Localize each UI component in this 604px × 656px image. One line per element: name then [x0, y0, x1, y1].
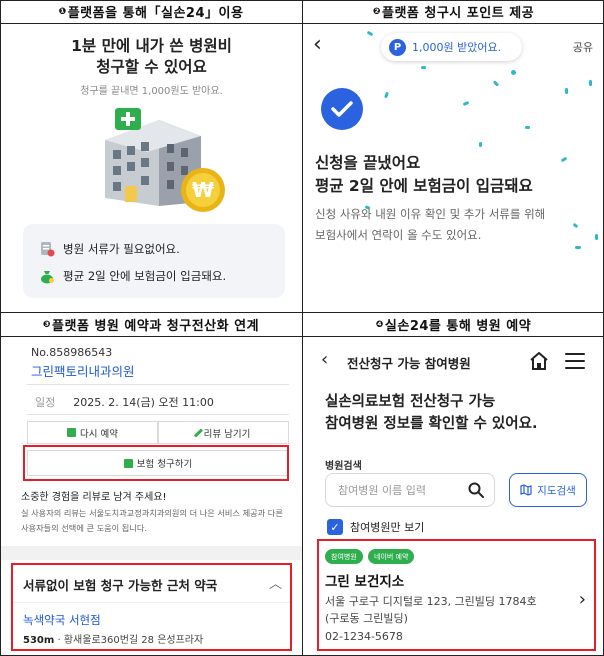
intro-subtitle: 청구를 끝내면 1,000원도 받아요. — [80, 86, 223, 97]
benefit-item: 병원 서류가 필요없어요. — [39, 241, 180, 257]
hospital-name: 그린 보건지소 — [325, 574, 405, 590]
date-label: 일정 — [35, 396, 56, 409]
point-coin-icon: P — [389, 38, 406, 56]
search-placeholder: 참여병원 이름 입력 — [338, 484, 426, 497]
hamburger-menu-icon[interactable] — [565, 353, 585, 369]
date-value: 2025. 2. 14(금) 오전 11:00 — [73, 396, 214, 409]
panel4-header-text: 실손24를 통해 병원 예약 — [384, 319, 532, 334]
confetti-icon — [479, 142, 482, 147]
hospital-address: 서울 구로구 디지털로 123, 그린빌딩 1784호 (구로동 그린빌딩) — [325, 595, 537, 625]
search-label: 병원검색 — [325, 461, 362, 472]
confetti-icon — [560, 156, 568, 163]
panel3-number: ❸ — [42, 319, 52, 330]
search-heading: 실손의료보험 전산청구 가능 참여병원 정보를 확인할 수 있어요. — [325, 394, 538, 432]
review-body: 실 사용자의 리뷰는 서울도치과교정과치과의원의 더 나은 서비스 제공과 다른… — [21, 508, 283, 533]
map-search-button[interactable]: 지도검색 — [509, 473, 587, 507]
panel3-header-text: 플랫폼 병원 예약과 청구전산화 연계 — [52, 319, 260, 334]
confetti-icon — [384, 91, 389, 99]
pharmacy-section-title: 서류없이 보험 청구 가능한 근처 약국 — [23, 578, 218, 593]
write-review-button[interactable]: 리뷰 남기기 — [158, 421, 289, 444]
clinic-name-link[interactable]: 그린팩토리내과의원 — [31, 361, 135, 380]
money-bag-icon — [41, 271, 54, 284]
panel4-hospital-search: ‹ 전산청구 가능 참여병원 실손의료보험 전산청구 가능 참여병원 정보를 확… — [303, 337, 603, 655]
confetti-icon — [366, 30, 374, 37]
complete-heading: 신청을 끝냈어요 평균 2일 안에 보험금이 입금돼요 — [315, 154, 533, 195]
pharmacy-distance: 530m — [23, 635, 55, 646]
home-icon[interactable] — [529, 351, 549, 371]
pencil-icon — [193, 427, 203, 438]
pharmacy-name-link[interactable]: 녹색약국 서현점 — [23, 612, 101, 628]
divider — [27, 384, 289, 385]
panel3-header: ❸ 플랫폼 병원 예약과 청구전산화 연계 — [0, 313, 302, 336]
panel1-number: ❶ — [58, 6, 67, 17]
check-circle-icon — [321, 88, 363, 130]
chevron-up-icon[interactable]: ︿ — [269, 573, 282, 592]
confetti-icon — [511, 70, 516, 75]
confetti-icon — [462, 100, 470, 107]
panel2-header-text: 플랫폼 청구시 포인트 제공 — [381, 6, 535, 21]
page-title: 전산청구 가능 참여병원 — [347, 356, 471, 371]
confetti-icon — [492, 80, 500, 87]
confetti-icon — [575, 246, 581, 249]
hospital-result-card[interactable]: 참여병원 네이버 예약 그린 보건지소 서울 구로구 디지털로 123, 그린빌… — [317, 539, 596, 651]
intro-title: 1분 만에 내가 쓴 병원비 청구할 수 있어요 — [71, 37, 232, 76]
divider — [27, 414, 289, 415]
benefit-item: 평균 2일 안에 보험금이 입금돼요. — [39, 268, 226, 284]
back-button[interactable]: ‹ — [313, 32, 322, 57]
share-button[interactable]: 공유 — [573, 39, 593, 55]
map-icon — [520, 484, 532, 496]
point-toast-text: 1,000원 받았어요. — [412, 41, 502, 54]
panel4-number: ❹ — [375, 319, 384, 330]
confetti-icon — [525, 126, 530, 129]
back-button[interactable]: ‹ — [321, 349, 328, 370]
reservation-number: No.858986543 — [31, 346, 113, 359]
section-spacer — [1, 546, 302, 560]
confetti-icon — [589, 80, 592, 86]
review-title: 소중한 경험을 리뷰로 남겨 주세요! — [21, 492, 167, 503]
search-icon[interactable] — [468, 482, 484, 498]
hospital-search-input[interactable]: 참여병원 이름 입력 — [325, 473, 495, 507]
checkmark-icon: ✓ — [327, 519, 343, 535]
panel2-number: ❷ — [372, 6, 381, 17]
chevron-right-icon[interactable]: › — [579, 589, 586, 610]
won-coin-icon: ₩ — [181, 168, 225, 212]
pharmacy-address: 530m · 황새울로360번길 28 은성프라자 — [23, 635, 204, 646]
highlight-box — [23, 445, 289, 481]
benefit-text: 병원 서류가 필요없어요. — [63, 242, 180, 256]
divider — [13, 602, 290, 603]
naver-reservation-tag: 네이버 예약 — [368, 549, 415, 564]
confetti-icon — [421, 66, 426, 69]
calendar-icon — [67, 428, 76, 437]
point-toast: P 1,000원 받았어요. — [381, 33, 522, 61]
participating-only-checkbox[interactable]: ✓ 참여병원만 보기 — [327, 519, 424, 535]
nearby-pharmacy-section: 서류없이 보험 청구 가능한 근처 약국 ︿ 녹색약국 서현점 530m · 황… — [11, 563, 292, 651]
svg-text:₩: ₩ — [192, 178, 214, 202]
panel1-header: ❶ 플랫폼을 통해「실손24」이용 — [0, 0, 302, 23]
participating-tag: 참여병원 — [325, 549, 363, 564]
panel2-header: ❷ 플랫폼 청구시 포인트 제공 — [303, 0, 604, 23]
complete-body: 신청 사유와 내원 이유 확인 및 추가 서류를 위해 보험사에서 연락이 올 … — [315, 207, 546, 242]
rebook-button[interactable]: 다시 예약 — [27, 421, 158, 444]
panel1-claim-intro: 1분 만에 내가 쓴 병원비 청구할 수 있어요 청구를 끝내면 1,000원도… — [1, 24, 302, 312]
confetti-icon — [565, 88, 568, 94]
benefit-card: 병원 서류가 필요없어요. 평균 2일 안에 보험금이 입금돼요. — [23, 224, 285, 298]
panel3-reservation: No.858986543 그린팩토리내과의원 일정 2025. 2. 14(금) … — [1, 337, 302, 655]
panel4-header: ❹ 실손24를 통해 병원 예약 — [303, 313, 604, 336]
hospital-phone: 02-1234-5678 — [325, 630, 403, 643]
reservation-date: 일정 2025. 2. 14(금) 오전 11:00 — [35, 394, 214, 410]
document-icon — [41, 242, 55, 257]
panel2-claim-complete: ‹ P 1,000원 받았어요. 공유 신청을 끝냈어요 평균 2일 안에 보험… — [303, 24, 603, 312]
panel1-header-text: 플랫폼을 통해「실손24」이용 — [67, 6, 244, 21]
benefit-text: 평균 2일 안에 보험금이 입금돼요. — [63, 269, 227, 283]
